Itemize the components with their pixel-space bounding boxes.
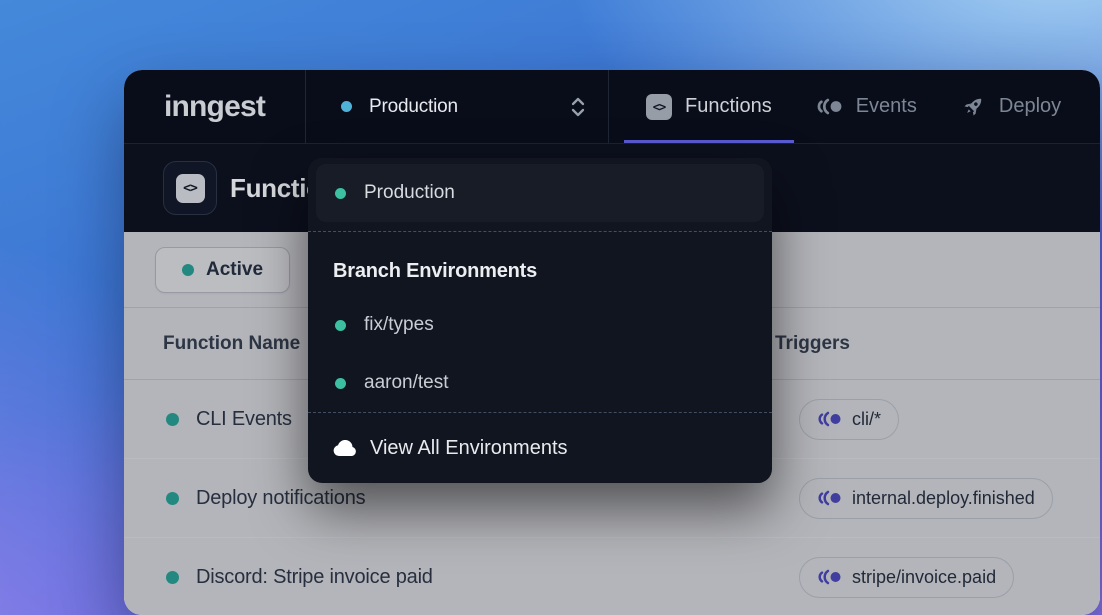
event-icon: [816, 98, 843, 115]
cloud-icon: [333, 440, 357, 456]
top-navigation-bar: inngest Production <> Functions: [124, 70, 1100, 143]
tab-events-label: Events: [856, 95, 917, 118]
dropdown-section-selected: Production: [308, 158, 772, 232]
app-window: inngest Production <> Functions: [124, 70, 1100, 615]
dropdown-item-label: fix/types: [364, 314, 434, 336]
rocket-icon: [961, 94, 986, 119]
environment-status-dot: [341, 101, 352, 112]
dropdown-item-fix-types[interactable]: fix/types: [308, 296, 772, 354]
dropdown-item-label: aaron/test: [364, 372, 449, 394]
view-all-environments-label: View All Environments: [370, 437, 568, 460]
dropdown-item-label: Production: [364, 182, 455, 204]
tab-deploy[interactable]: Deploy: [939, 70, 1083, 143]
dropdown-item-aaron-test[interactable]: aaron/test: [308, 354, 772, 412]
code-icon: <>: [163, 161, 217, 215]
inngest-wordmark: inngest: [164, 90, 265, 124]
tab-functions[interactable]: <> Functions: [624, 70, 794, 143]
chevron-up-down-icon: [570, 96, 586, 118]
environment-switcher[interactable]: Production: [306, 70, 608, 143]
view-all-environments-item[interactable]: View All Environments: [308, 412, 772, 483]
tab-events[interactable]: Events: [794, 70, 939, 143]
branch-environments-heading: Branch Environments: [308, 232, 772, 296]
inngest-logo[interactable]: inngest: [124, 70, 305, 143]
environment-status-dot: [335, 320, 346, 331]
environment-dropdown-menu: Production Branch Environments fix/types…: [308, 158, 772, 483]
environment-status-dot: [335, 378, 346, 389]
main-tabs: <> Functions Events: [609, 70, 1100, 143]
code-icon: <>: [646, 94, 672, 120]
dropdown-item-production[interactable]: Production: [316, 164, 764, 222]
tab-functions-label: Functions: [685, 95, 772, 118]
environment-status-dot: [335, 188, 346, 199]
tab-deploy-label: Deploy: [999, 95, 1061, 118]
environment-name: Production: [369, 96, 458, 118]
